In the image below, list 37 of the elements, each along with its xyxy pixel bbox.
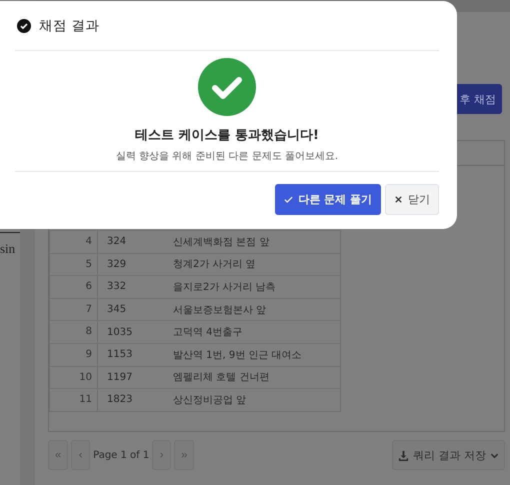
table-cell: 4 [50, 231, 98, 253]
table-cell-text: 1197 [106, 372, 134, 383]
table-cell-text: 324 [106, 236, 128, 248]
download-icon [398, 450, 409, 460]
check-icon [284, 195, 294, 204]
result-message: 실력 향상을 위해 준비된 다른 문제도 풀어보세요. [116, 150, 338, 163]
close-icon [394, 195, 403, 204]
dialog-title: 채점 결과 [39, 16, 100, 34]
table-cell-text: 329 [106, 258, 128, 270]
table-cell-text: 상신정비공업 앞 [173, 394, 248, 407]
table-cell-text: 332 [106, 281, 128, 292]
table-cell-text: 고덕역 4번출구 [173, 326, 244, 340]
table-cell-text: 청계2가 사거리 옆 [173, 258, 257, 272]
chevron-down-icon [490, 450, 499, 460]
table-cell: 7 [50, 298, 98, 320]
table-cell: 8 [50, 321, 98, 343]
table-cell-text: 엠펠리체 호텔 건너편 [173, 371, 270, 384]
table-cell: 5 [50, 254, 98, 276]
table-cell-text: 345 [106, 304, 128, 316]
table-cell: 6 [50, 276, 98, 298]
success-check-icon [198, 58, 256, 116]
table-cell-text: 발산역 1번, 9번 인근 대여소 [173, 348, 303, 362]
table-cell-text: 1035 [106, 326, 134, 338]
table-cell-text: 1153 [106, 349, 134, 360]
result-headline: 테스트 케이스를 통과했습니다! [135, 127, 319, 144]
check-circle-icon [17, 18, 31, 32]
table-cell: 11 [50, 389, 98, 411]
table-cell-text: 1823 [106, 394, 134, 406]
table-cell: 9 [50, 344, 98, 366]
page-label: Page 1 of 1 [93, 450, 150, 460]
close-button[interactable]: 닫기 [385, 184, 439, 215]
export-button[interactable]: 쿼리 결과 저장 [392, 440, 505, 470]
next-problem-button[interactable]: 다른 문제 풀기 [275, 184, 381, 215]
table-cell-text: 신세계백화점 본점 앞 [173, 236, 270, 249]
table-cell-text: 서울보증보험본사 앞 [173, 304, 268, 317]
table-cell: 10 [50, 366, 98, 388]
table-cell-text: 을지로2가 사거리 남측 [173, 280, 277, 294]
